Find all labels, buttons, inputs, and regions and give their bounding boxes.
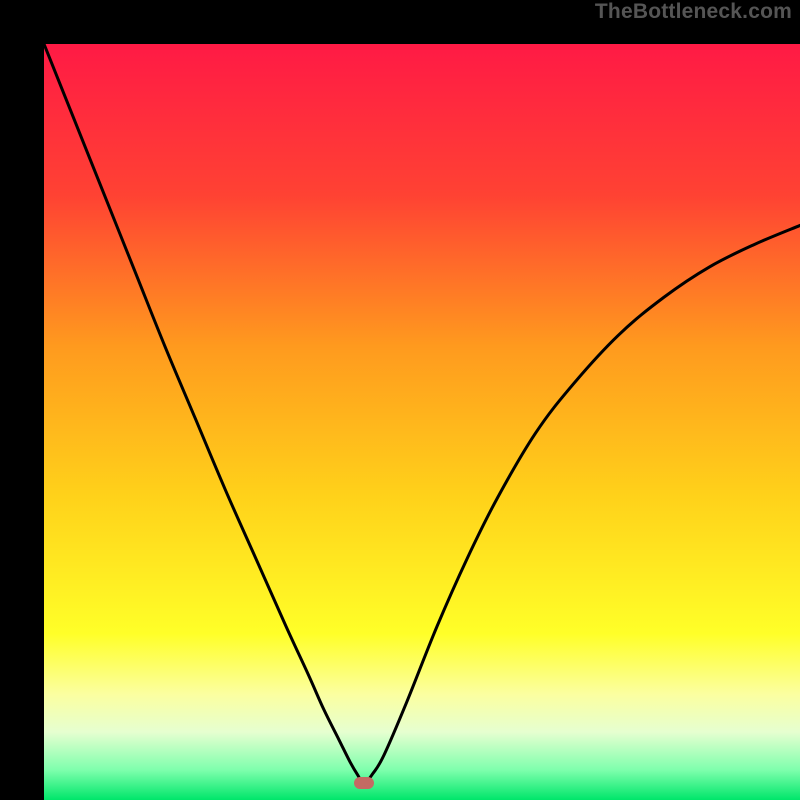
bottleneck-curve — [44, 44, 800, 783]
curve-layer — [44, 44, 800, 800]
chart-frame — [0, 0, 800, 800]
minimum-marker — [354, 777, 374, 789]
watermark-text: TheBottleneck.com — [595, 0, 792, 24]
plot-area — [44, 44, 800, 800]
